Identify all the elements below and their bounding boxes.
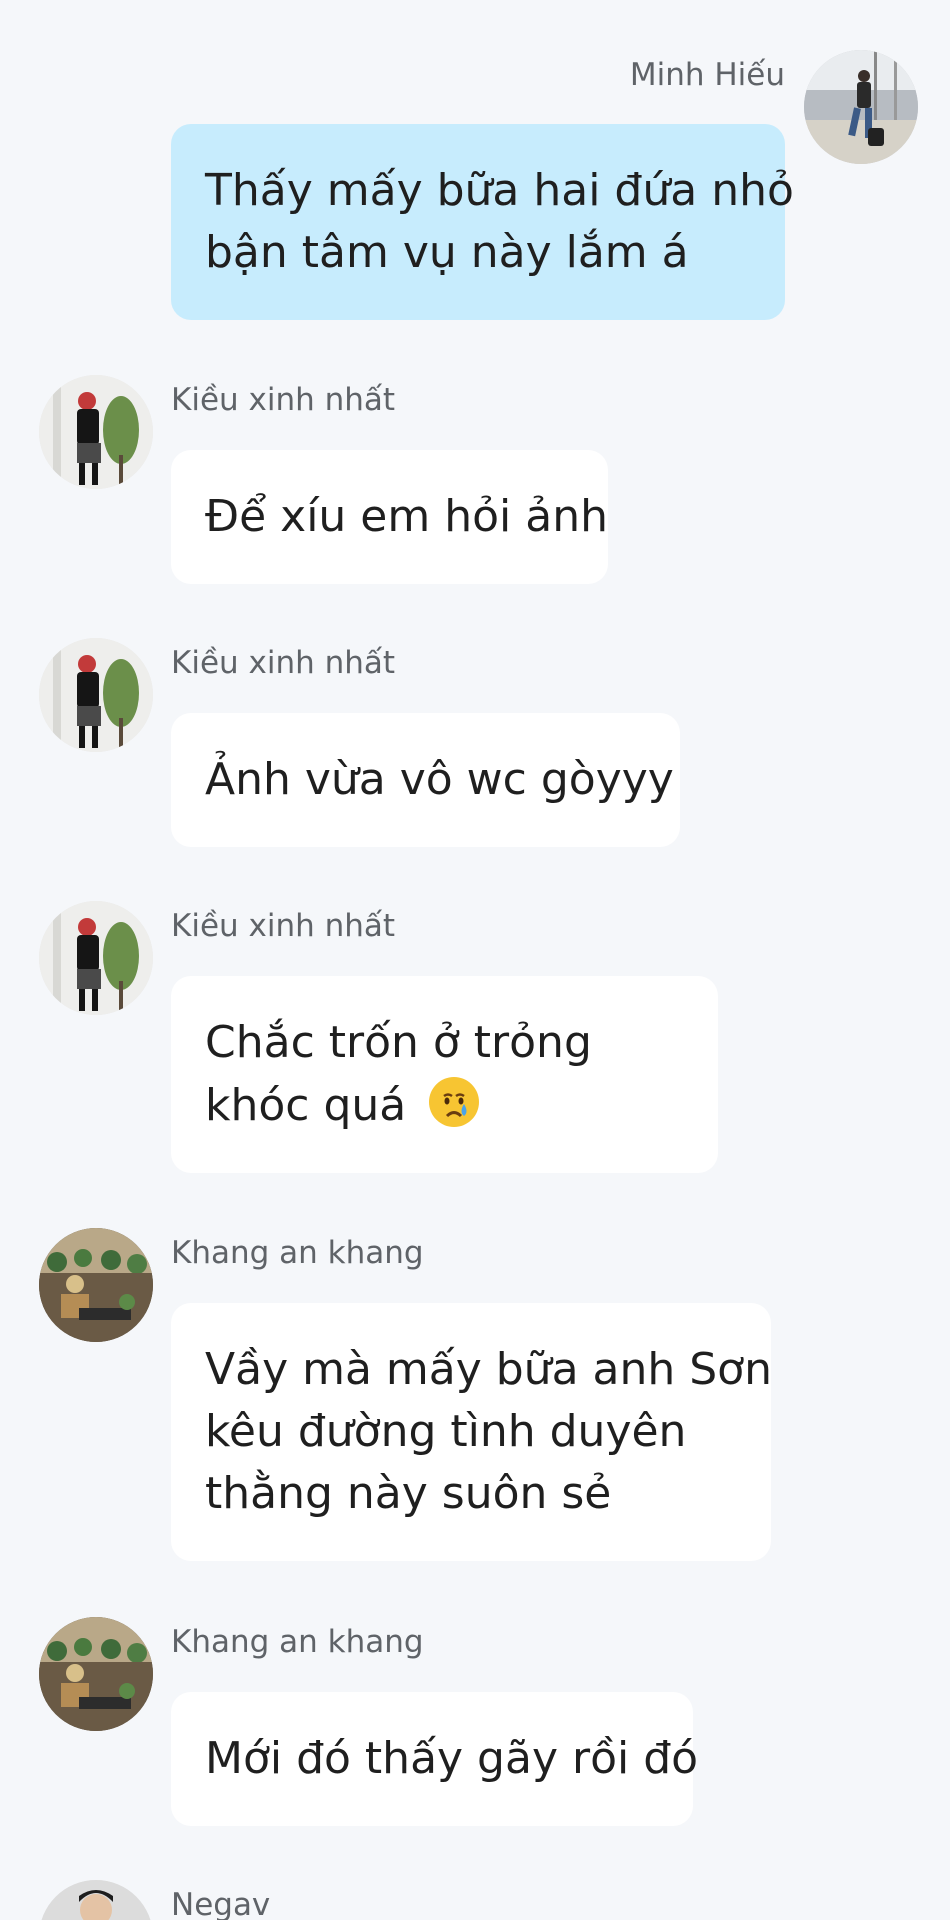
message-text: Mới đó thấy gãy rồi đó bbox=[205, 1733, 699, 1784]
avatar-negav[interactable] bbox=[39, 1880, 153, 1920]
message-text: khóc quá bbox=[205, 1080, 407, 1131]
sender-name: Kiều xinh nhất bbox=[171, 645, 396, 681]
avatar-khang[interactable] bbox=[39, 1617, 153, 1731]
message-text: Vầy mà mấy bữa anh Sơn bbox=[205, 1344, 772, 1395]
crying-face-icon bbox=[426, 1074, 482, 1130]
sender-name: Kiều xinh nhất bbox=[171, 382, 396, 418]
avatar-kieu[interactable] bbox=[39, 901, 153, 1015]
message-bubble[interactable]: Ảnh vừa vô wc gòyyy bbox=[171, 713, 680, 847]
chat-thread[interactable]: Minh Hiếu Thấy mấy bữa hai đứa nhỏ bận t… bbox=[0, 0, 950, 1920]
message-text: thằng này suôn sẻ bbox=[205, 1468, 612, 1519]
message-text: Để xíu em hỏi ảnh bbox=[205, 491, 608, 542]
message-bubble[interactable]: Mới đó thấy gãy rồi đó bbox=[171, 1692, 699, 1826]
message-text: bận tâm vụ này lắm á bbox=[205, 227, 689, 278]
message-bubble[interactable]: Để xíu em hỏi ảnh bbox=[171, 450, 608, 584]
message-text: Thấy mấy bữa hai đứa nhỏ bbox=[205, 165, 794, 216]
sender-name: Kiều xinh nhất bbox=[171, 908, 396, 944]
message-bubble[interactable]: Chắc trốn ở trỏng khóc quá bbox=[171, 976, 718, 1173]
avatar-kieu[interactable] bbox=[39, 375, 153, 489]
message-text: Chắc trốn ở trỏng bbox=[205, 1017, 592, 1068]
sender-name: Negav bbox=[171, 1887, 271, 1920]
message-text: kêu đường tình duyên bbox=[205, 1406, 687, 1457]
avatar-minh-hieu[interactable] bbox=[804, 50, 918, 164]
avatar-kieu[interactable] bbox=[39, 638, 153, 752]
sender-name: Khang an khang bbox=[171, 1624, 424, 1660]
sender-name: Khang an khang bbox=[171, 1235, 424, 1271]
message-bubble[interactable]: Thấy mấy bữa hai đứa nhỏ bận tâm vụ này … bbox=[171, 124, 794, 320]
sender-name: Minh Hiếu bbox=[629, 57, 785, 93]
avatar-khang[interactable] bbox=[39, 1228, 153, 1342]
message-bubble[interactable]: Vầy mà mấy bữa anh Sơn kêu đường tình du… bbox=[171, 1303, 772, 1561]
message-text: Ảnh vừa vô wc gòyyy bbox=[205, 754, 674, 805]
